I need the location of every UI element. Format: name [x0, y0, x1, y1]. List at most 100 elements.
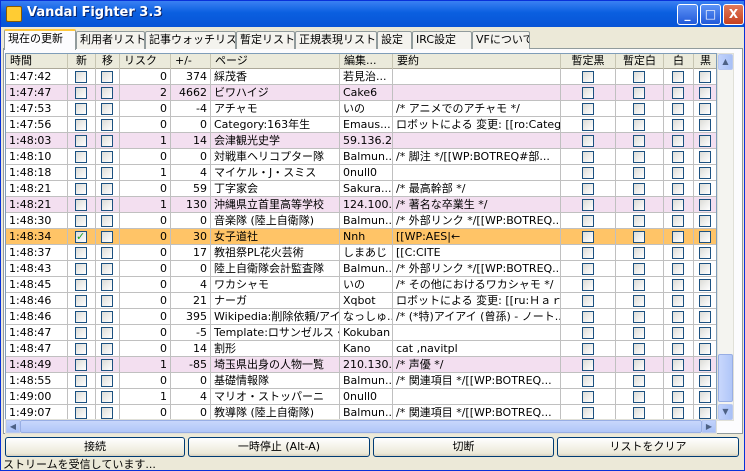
checkbox-provisional-black[interactable] — [582, 327, 594, 339]
checkbox-provisional-white[interactable] — [633, 151, 645, 163]
checkbox-black[interactable] — [699, 407, 711, 419]
scroll-left-arrow-icon[interactable]: ◀ — [6, 420, 20, 433]
table-row[interactable]: 1:48:47 0-5Template:ロサンゼルス・ク...Kokuban — [6, 325, 716, 341]
tab-current-updates[interactable]: 現在の更新 — [4, 29, 76, 50]
checkbox-provisional-black[interactable] — [582, 391, 594, 403]
checkbox-provisional-black[interactable] — [582, 407, 594, 419]
scroll-up-arrow-icon[interactable]: ▲ — [718, 54, 733, 70]
checkbox-white[interactable] — [672, 167, 684, 179]
table-row[interactable]: 1:48:10 0 0 対戦車ヘリコプター隊 Balmun.../* 脚注 */[[WP… — [6, 149, 716, 165]
table-row[interactable]: 1:48:46 0 21 ナーガ Xqbot ロボットによる 変更: [[ru:Ｈａｒ..… — [6, 293, 716, 309]
column-header-new[interactable]: 新 — [68, 54, 96, 69]
tab-provisional-list[interactable]: 暫定リスト — [236, 31, 295, 49]
table-row[interactable]: 1:48:49 1-85埼玉県出身の人物一覧210.130.../* 声優 */ — [6, 357, 716, 373]
checkbox-new[interactable] — [75, 391, 87, 403]
checkbox-new[interactable] — [75, 215, 87, 227]
close-button[interactable]: X — [723, 4, 744, 25]
table-row[interactable]: 1:48:03 114会津観光史学59.136.2... — [6, 133, 716, 149]
checkbox-provisional-white[interactable] — [633, 103, 645, 115]
scroll-down-arrow-icon[interactable]: ▼ — [718, 404, 733, 420]
checkbox-provisional-black[interactable] — [582, 247, 594, 259]
checkbox-new[interactable] — [75, 375, 87, 387]
checkbox-white[interactable] — [672, 135, 684, 147]
checkbox-black[interactable] — [699, 183, 711, 195]
checkbox-new[interactable] — [75, 311, 87, 323]
table-row[interactable]: 1:48:55 0 0 基礎情報隊 Balmun.../* 関連項目 */[[WP:BO… — [6, 373, 716, 389]
checkbox-new[interactable] — [75, 103, 87, 115]
vertical-scroll-thumb[interactable] — [718, 354, 733, 402]
checkbox-new[interactable] — [75, 151, 87, 163]
checkbox-move[interactable] — [101, 135, 113, 147]
checkbox-move[interactable] — [101, 119, 113, 131]
checkbox-provisional-white[interactable] — [633, 199, 645, 211]
tab-about-vf[interactable]: VFについて — [472, 31, 530, 49]
tab-regex-list[interactable]: 正規表現リスト — [295, 31, 377, 49]
checkbox-move[interactable] — [101, 167, 113, 179]
checkbox-black[interactable] — [699, 327, 711, 339]
checkbox-provisional-black[interactable] — [582, 103, 594, 115]
checkbox-provisional-black[interactable] — [582, 71, 594, 83]
tab-settings[interactable]: 設定 — [377, 31, 412, 49]
checkbox-provisional-black[interactable] — [582, 199, 594, 211]
checkbox-provisional-black[interactable] — [582, 151, 594, 163]
checkbox-new[interactable] — [75, 279, 87, 291]
checkbox-white[interactable] — [672, 71, 684, 83]
checkbox-provisional-white[interactable] — [633, 119, 645, 131]
checkbox-black[interactable] — [699, 279, 711, 291]
checkbox-white[interactable] — [672, 327, 684, 339]
checkbox-move[interactable] — [101, 407, 113, 419]
connect-button[interactable]: 接続 — [5, 437, 185, 457]
table-row[interactable]: 1:48:46 0 395 Wikipedia:削除依頼/アイ... なっしゅ.../*… — [6, 309, 716, 325]
table-row[interactable]: 1:48:21 1130沖縄県立首里高等学校124.100.../* 著名な卒業生… — [6, 197, 716, 213]
checkbox-white[interactable] — [672, 311, 684, 323]
checkbox-new[interactable] — [75, 327, 87, 339]
checkbox-black[interactable] — [699, 295, 711, 307]
tab-irc-settings[interactable]: IRC設定 — [412, 31, 472, 49]
checkbox-white[interactable] — [672, 247, 684, 259]
checkbox-new[interactable] — [75, 295, 87, 307]
checkbox-move[interactable] — [101, 231, 113, 243]
table-row[interactable]: 1:47:42 0 374 綵茂香 若見治... — [6, 69, 716, 85]
table-row[interactable]: 1:48:18 1 4 マイケル・J・スミス 0null0 — [6, 165, 716, 181]
checkbox-white[interactable] — [672, 103, 684, 115]
checkbox-new[interactable] — [75, 343, 87, 355]
checkbox-provisional-white[interactable] — [633, 327, 645, 339]
checkbox-provisional-white[interactable] — [633, 247, 645, 259]
tab-user-list[interactable]: 利用者リスト — [76, 31, 145, 49]
checkbox-move[interactable] — [101, 199, 113, 211]
column-header-white[interactable]: 白 — [664, 54, 694, 69]
checkbox-move[interactable] — [101, 311, 113, 323]
horizontal-scroll-thumb[interactable] — [20, 420, 702, 433]
checkbox-black[interactable] — [699, 247, 711, 259]
table-row[interactable]: 1:49:00 1 4 マリオ・ストッパーニ 0null0 — [6, 389, 716, 405]
checkbox-white[interactable] — [672, 231, 684, 243]
table-row[interactable]: 1:47:47 2 4662 ビワハイジ Cake6 — [6, 85, 716, 101]
checkbox-black[interactable] — [699, 215, 711, 227]
checkbox-provisional-black[interactable] — [582, 119, 594, 131]
checkbox-provisional-black[interactable] — [582, 295, 594, 307]
checkbox-black[interactable] — [699, 391, 711, 403]
checkbox-provisional-white[interactable] — [633, 215, 645, 227]
disconnect-button[interactable]: 切断 — [373, 437, 554, 457]
checkbox-move[interactable] — [101, 71, 113, 83]
column-header-diff[interactable]: +/- — [171, 54, 211, 69]
checkbox-provisional-white[interactable] — [633, 263, 645, 275]
title-bar[interactable]: Vandal Fighter 3.3 _ □ X — [1, 1, 744, 27]
checkbox-provisional-black[interactable] — [582, 343, 594, 355]
scroll-right-arrow-icon[interactable]: ▶ — [702, 420, 716, 433]
column-header-provisional-white[interactable]: 暫定白 — [616, 54, 664, 69]
checkbox-provisional-white[interactable] — [633, 343, 645, 355]
tab-article-watchlist[interactable]: 記事ウォッチリスト — [145, 31, 236, 49]
checkbox-new[interactable] — [75, 71, 87, 83]
checkbox-black[interactable] — [699, 167, 711, 179]
checkbox-white[interactable] — [672, 263, 684, 275]
checkbox-provisional-white[interactable] — [633, 375, 645, 387]
column-header-editor[interactable]: 編集... — [340, 54, 393, 69]
column-header-summary[interactable]: 要約 — [393, 54, 561, 69]
checkbox-provisional-white[interactable] — [633, 231, 645, 243]
column-header-time[interactable]: 時間 — [6, 54, 68, 69]
column-header-page[interactable]: ページ — [211, 54, 340, 69]
checkbox-white[interactable] — [672, 391, 684, 403]
checkbox-move[interactable] — [101, 263, 113, 275]
maximize-button[interactable]: □ — [700, 4, 721, 25]
